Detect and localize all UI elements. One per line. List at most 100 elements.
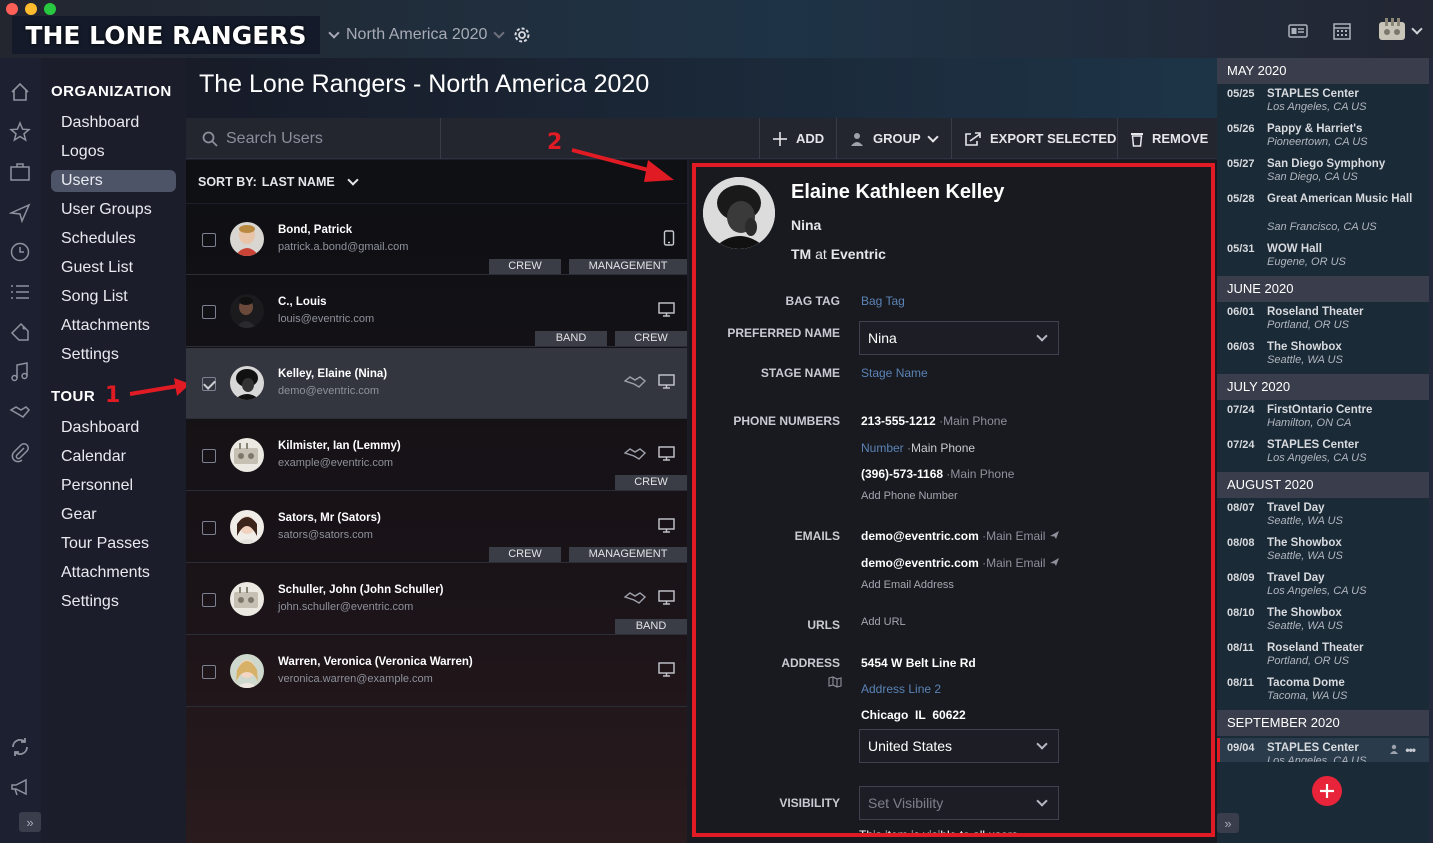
briefcase-icon[interactable]	[8, 160, 32, 184]
send-email-icon[interactable]	[1049, 529, 1060, 543]
address-line-1[interactable]: 5454 W Belt Line Rd	[861, 656, 976, 670]
user-menu[interactable]	[1375, 18, 1423, 42]
add-event-button[interactable]	[1312, 776, 1342, 806]
add-url-link[interactable]: Add URL	[861, 616, 906, 628]
tour-nav-item-dashboard[interactable]: Dashboard	[51, 417, 176, 439]
tour-nav-item-tour-passes[interactable]: Tour Passes	[51, 533, 176, 555]
user-row[interactable]: Bond, Patrick patrick.a.bond@gmail.com CRE…	[186, 204, 687, 275]
minimize-window-button[interactable]	[25, 3, 37, 15]
user-icon[interactable]	[1389, 741, 1399, 759]
scrollbar[interactable]	[1429, 58, 1433, 843]
group-tag[interactable]: BAND	[615, 619, 687, 634]
user-checkbox[interactable]	[202, 665, 216, 679]
sync-icon[interactable]	[8, 735, 32, 759]
tour-nav-item-attachments[interactable]: Attachments	[51, 562, 176, 584]
nav-item-logos[interactable]: Logos	[51, 141, 176, 163]
user-row[interactable]: Kilmister, Ian (Lemmy) example@eventric.c…	[186, 420, 687, 491]
airplane-icon[interactable]	[8, 200, 32, 224]
schedule-event[interactable]: 06/03 The Showbox Seattle, WA US	[1217, 339, 1429, 374]
user-row[interactable]: Kelley, Elaine (Nina) demo@eventric.com	[186, 348, 687, 419]
phone-entry[interactable]: 213-555-1212 ·Main Phone	[861, 414, 1007, 428]
schedule-event[interactable]: 08/10 The Showbox Seattle, WA US	[1217, 605, 1429, 640]
send-email-icon[interactable]	[1049, 556, 1060, 570]
schedule-event[interactable]: 08/09 Travel Day Los Angeles, CA US	[1217, 570, 1429, 605]
schedule-event[interactable]: 05/25 STAPLES Center Los Angeles, CA US	[1217, 86, 1429, 121]
group-button[interactable]: GROUP	[836, 118, 951, 159]
expand-sidebar-button[interactable]: »	[19, 812, 41, 832]
user-checkbox[interactable]	[202, 521, 216, 535]
user-checkbox[interactable]	[202, 593, 216, 607]
nav-item-guest-list[interactable]: Guest List	[51, 257, 176, 279]
schedule-event[interactable]: 05/28 Great American Music Hall San Franci…	[1217, 191, 1429, 241]
nav-item-schedules[interactable]: Schedules	[51, 228, 176, 250]
clock-icon[interactable]	[8, 240, 32, 264]
user-checkbox[interactable]	[202, 377, 216, 391]
schedule-event[interactable]: 05/26 Pappy & Harriet's Pioneertown, CA US	[1217, 121, 1429, 156]
address-city-state-zip[interactable]: Chicago IL 60622	[861, 708, 966, 722]
user-row[interactable]: Schuller, John (John Schuller) john.schul…	[186, 564, 687, 635]
nav-item-song-list[interactable]: Song List	[51, 286, 176, 308]
tour-nav-item-settings[interactable]: Settings	[51, 591, 176, 613]
user-checkbox[interactable]	[202, 449, 216, 463]
user-checkbox[interactable]	[202, 305, 216, 319]
map-icon[interactable]	[828, 676, 842, 688]
nav-item-user-groups[interactable]: User Groups	[51, 199, 176, 221]
user-checkbox[interactable]	[202, 233, 216, 247]
tour-selector[interactable]: North America 2020	[328, 24, 533, 46]
expand-schedule-button[interactable]: »	[1217, 813, 1239, 833]
stage-name-field[interactable]: Stage Name	[861, 366, 928, 380]
group-tag[interactable]: CREW	[615, 475, 687, 490]
tour-nav-item-calendar[interactable]: Calendar	[51, 446, 176, 468]
add-button[interactable]: ADD	[759, 118, 836, 159]
schedule-event[interactable]: 05/27 San Diego Symphony San Diego, CA US	[1217, 156, 1429, 191]
tour-nav-item-personnel[interactable]: Personnel	[51, 475, 176, 497]
phone-entry[interactable]: (396)-573-1168 ·Main Phone	[861, 467, 1014, 481]
megaphone-icon[interactable]	[8, 775, 32, 799]
schedule-event[interactable]: 08/11 Roseland Theater Portland, OR US	[1217, 640, 1429, 675]
email-entry[interactable]: demo@eventric.com ·Main Email	[861, 556, 1060, 570]
user-row[interactable]: Warren, Veronica (Veronica Warren) veroni…	[186, 636, 687, 707]
list-icon[interactable]	[8, 280, 32, 304]
phone-entry[interactable]: Number ·Main Phone	[861, 441, 975, 455]
remove-button[interactable]: REMOVE	[1117, 118, 1217, 159]
user-row[interactable]: C., Louis louis@eventric.com BAND CREW	[186, 276, 687, 347]
schedule-event[interactable]: 06/01 Roseland Theater Portland, OR US	[1217, 304, 1429, 339]
tag-icon[interactable]	[8, 320, 32, 344]
export-selected-button[interactable]: EXPORT SELECTED	[951, 118, 1117, 159]
schedule-event[interactable]: 07/24 STAPLES Center Los Angeles, CA US	[1217, 437, 1429, 472]
add-phone-link[interactable]: Add Phone Number	[861, 490, 958, 502]
schedule-event[interactable]: 08/11 Tacoma Dome Tacoma, WA US	[1217, 675, 1429, 710]
id-card-icon[interactable]	[1287, 20, 1309, 42]
search-input[interactable]: Search Users	[226, 130, 323, 148]
group-tag[interactable]: CREW	[489, 547, 561, 562]
music-note-icon[interactable]	[8, 360, 32, 384]
more-options-icon[interactable]: •••	[1405, 743, 1416, 757]
paperclip-icon[interactable]	[8, 440, 32, 464]
nav-item-attachments[interactable]: Attachments	[51, 315, 176, 337]
visibility-select[interactable]: Set Visibility	[859, 786, 1059, 820]
close-window-button[interactable]	[6, 3, 18, 15]
schedule-event[interactable]: 05/31 WOW Hall Eugene, OR US	[1217, 241, 1429, 276]
address-line-2[interactable]: Address Line 2	[861, 682, 941, 696]
preferred-name-select[interactable]: Nina	[859, 321, 1059, 355]
tour-nav-item-gear[interactable]: Gear	[51, 504, 176, 526]
country-select[interactable]: United States	[859, 729, 1059, 763]
gear-icon[interactable]	[511, 24, 533, 46]
group-tag[interactable]: BAND	[535, 331, 607, 346]
group-tag[interactable]: MANAGEMENT	[569, 259, 687, 274]
home-icon[interactable]	[8, 80, 32, 104]
nav-item-dashboard[interactable]: Dashboard	[51, 112, 176, 134]
add-email-link[interactable]: Add Email Address	[861, 579, 954, 591]
user-row[interactable]: Sators, Mr (Sators) sators@sators.com CREW…	[186, 492, 687, 563]
star-icon[interactable]	[8, 120, 32, 144]
schedule-event[interactable]: 08/08 The Showbox Seattle, WA US	[1217, 535, 1429, 570]
schedule-event[interactable]: 08/07 Travel Day Seattle, WA US	[1217, 500, 1429, 535]
group-tag[interactable]: CREW	[489, 259, 561, 274]
search-box[interactable]: Search Users	[186, 118, 441, 159]
bag-tag-field[interactable]: Bag Tag	[861, 294, 905, 308]
group-tag[interactable]: MANAGEMENT	[569, 547, 687, 562]
maximize-window-button[interactable]	[44, 3, 56, 15]
handshake-icon[interactable]	[8, 400, 32, 424]
nav-item-settings[interactable]: Settings	[51, 344, 176, 366]
calendar-icon[interactable]	[1331, 20, 1353, 42]
